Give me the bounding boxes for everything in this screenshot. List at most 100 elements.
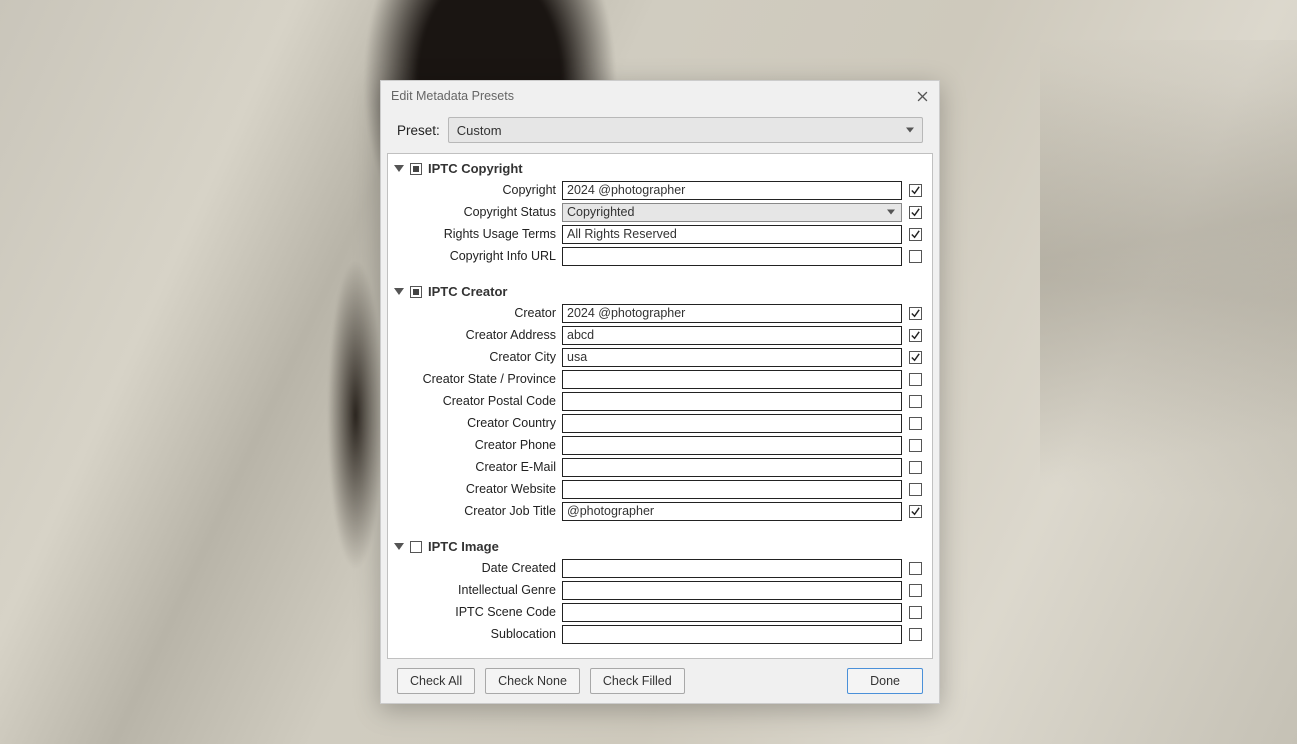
field-row: Creator State / Province: [392, 368, 928, 390]
field-row: Rights Usage TermsAll Rights Reserved: [392, 223, 928, 245]
field-label: Creator Postal Code: [392, 394, 562, 408]
field-checkbox[interactable]: [909, 373, 922, 386]
field-checkbox-wrap: [902, 483, 928, 496]
preset-label: Preset:: [397, 123, 440, 138]
field-input[interactable]: [562, 392, 902, 411]
metadata-scroll-area[interactable]: IPTC Copyright Copyright2024 @photograph…: [387, 153, 933, 659]
field-label: Creator: [392, 306, 562, 320]
field-label: Creator Job Title: [392, 504, 562, 518]
field-checkbox[interactable]: [909, 628, 922, 641]
field-input[interactable]: [562, 370, 902, 389]
section-body-copyright: Copyright2024 @photographerCopyright Sta…: [392, 179, 928, 267]
field-select[interactable]: Copyrighted: [562, 203, 902, 222]
field-row: Creator2024 @photographer: [392, 302, 928, 324]
section-checkbox-image[interactable]: [410, 541, 422, 553]
field-checkbox-wrap: [902, 351, 928, 364]
field-checkbox[interactable]: [909, 562, 922, 575]
field-label: Creator State / Province: [392, 372, 562, 386]
field-row: IPTC Scene Code: [392, 601, 928, 623]
preset-select[interactable]: Custom: [448, 117, 923, 143]
field-checkbox[interactable]: [909, 417, 922, 430]
field-label: Date Created: [392, 561, 562, 575]
field-checkbox[interactable]: [909, 606, 922, 619]
field-checkbox[interactable]: [909, 584, 922, 597]
field-checkbox[interactable]: [909, 184, 922, 197]
disclosure-triangle-icon[interactable]: [394, 543, 404, 550]
field-checkbox[interactable]: [909, 395, 922, 408]
field-input[interactable]: abcd: [562, 326, 902, 345]
section-header-copyright[interactable]: IPTC Copyright: [392, 158, 928, 179]
field-checkbox-wrap: [902, 584, 928, 597]
section-title: IPTC Image: [428, 539, 499, 554]
field-row: Creator Phone: [392, 434, 928, 456]
field-input[interactable]: [562, 603, 902, 622]
field-checkbox-wrap: [902, 439, 928, 452]
field-row: Creator Addressabcd: [392, 324, 928, 346]
field-input[interactable]: [562, 247, 902, 266]
edit-metadata-presets-dialog: Edit Metadata Presets Preset: Custom IPT…: [380, 80, 940, 704]
field-label: Intellectual Genre: [392, 583, 562, 597]
close-icon[interactable]: [913, 87, 931, 105]
check-none-button[interactable]: Check None: [485, 668, 580, 694]
field-checkbox-wrap: [902, 505, 928, 518]
field-input[interactable]: [562, 480, 902, 499]
check-filled-button[interactable]: Check Filled: [590, 668, 685, 694]
disclosure-triangle-icon[interactable]: [394, 165, 404, 172]
field-input[interactable]: [562, 581, 902, 600]
section-title: IPTC Copyright: [428, 161, 523, 176]
field-label: Sublocation: [392, 627, 562, 641]
field-label: Creator Website: [392, 482, 562, 496]
field-checkbox-wrap: [902, 250, 928, 263]
section-title: IPTC Creator: [428, 284, 507, 299]
field-input[interactable]: 2024 @photographer: [562, 304, 902, 323]
field-label: Rights Usage Terms: [392, 227, 562, 241]
field-checkbox[interactable]: [909, 329, 922, 342]
field-checkbox[interactable]: [909, 461, 922, 474]
field-checkbox[interactable]: [909, 351, 922, 364]
field-checkbox-wrap: [902, 395, 928, 408]
disclosure-triangle-icon[interactable]: [394, 288, 404, 295]
section-checkbox-creator[interactable]: [410, 286, 422, 298]
field-checkbox[interactable]: [909, 307, 922, 320]
field-row: Copyright2024 @photographer: [392, 179, 928, 201]
check-all-button[interactable]: Check All: [397, 668, 475, 694]
field-row: Intellectual Genre: [392, 579, 928, 601]
field-input[interactable]: All Rights Reserved: [562, 225, 902, 244]
field-row: Copyright Info URL: [392, 245, 928, 267]
dialog-titlebar: Edit Metadata Presets: [381, 81, 939, 111]
section-header-image[interactable]: IPTC Image: [392, 536, 928, 557]
field-checkbox[interactable]: [909, 206, 922, 219]
field-checkbox[interactable]: [909, 228, 922, 241]
field-checkbox[interactable]: [909, 505, 922, 518]
field-input[interactable]: [562, 414, 902, 433]
field-checkbox-wrap: [902, 184, 928, 197]
field-row: Creator Postal Code: [392, 390, 928, 412]
field-checkbox[interactable]: [909, 483, 922, 496]
field-row: Creator Country: [392, 412, 928, 434]
field-input[interactable]: usa: [562, 348, 902, 367]
field-label: Creator E-Mail: [392, 460, 562, 474]
dialog-footer: Check All Check None Check Filled Done: [381, 659, 939, 703]
field-input[interactable]: [562, 436, 902, 455]
field-checkbox-wrap: [902, 628, 928, 641]
field-input[interactable]: [562, 625, 902, 644]
field-checkbox[interactable]: [909, 250, 922, 263]
field-checkbox[interactable]: [909, 439, 922, 452]
field-label: Creator Country: [392, 416, 562, 430]
field-input[interactable]: @photographer: [562, 502, 902, 521]
field-row: Sublocation: [392, 623, 928, 645]
field-input[interactable]: 2024 @photographer: [562, 181, 902, 200]
field-checkbox-wrap: [902, 562, 928, 575]
section-header-creator[interactable]: IPTC Creator: [392, 281, 928, 302]
done-button[interactable]: Done: [847, 668, 923, 694]
field-checkbox-wrap: [902, 228, 928, 241]
field-row: Creator E-Mail: [392, 456, 928, 478]
preset-row: Preset: Custom: [381, 111, 939, 153]
section-checkbox-copyright[interactable]: [410, 163, 422, 175]
field-input[interactable]: [562, 559, 902, 578]
field-checkbox-wrap: [902, 461, 928, 474]
field-label: Copyright Info URL: [392, 249, 562, 263]
field-input[interactable]: [562, 458, 902, 477]
field-checkbox-wrap: [902, 329, 928, 342]
field-checkbox-wrap: [902, 206, 928, 219]
